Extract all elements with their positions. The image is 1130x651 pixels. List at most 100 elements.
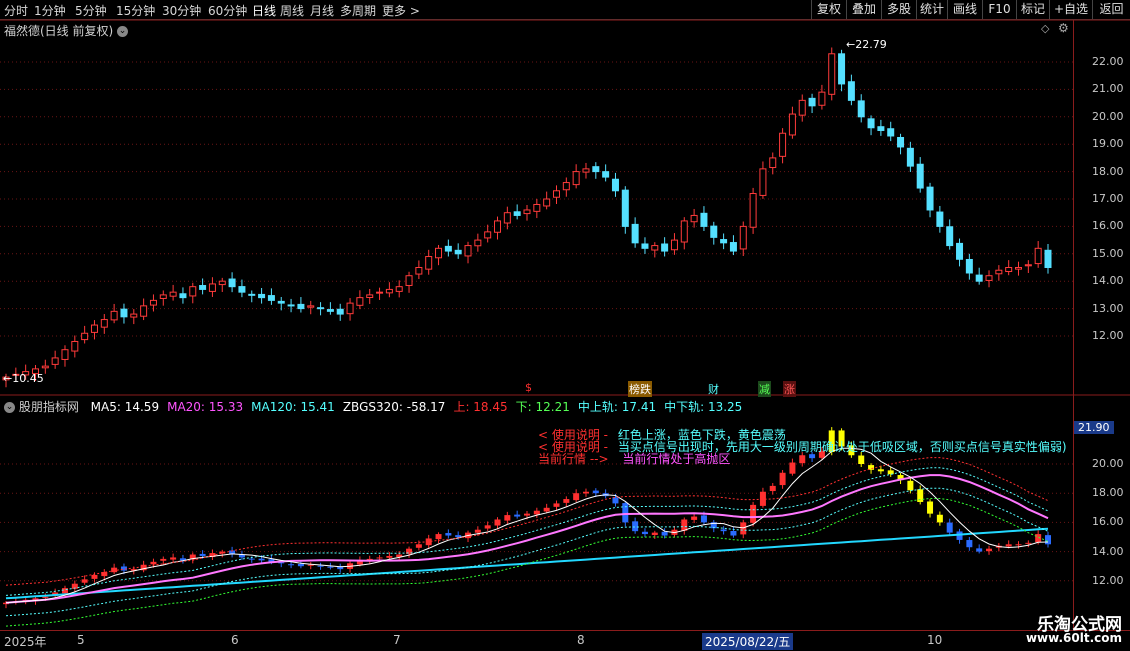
legend-item: 中上轨: 17.41: [577, 400, 657, 414]
indicator-candle-body: [927, 501, 934, 514]
candle-body: [562, 182, 570, 191]
indicator-candle-body: [789, 462, 796, 474]
candle-body: [1015, 267, 1023, 270]
indicator-candle-body: [111, 567, 118, 573]
indicator-candle-body: [150, 561, 157, 565]
legend-item: MA5: 14.59: [90, 400, 160, 414]
candle-body: [415, 267, 423, 275]
candle-body: [376, 291, 384, 294]
y-tick-label: 17.00: [1092, 192, 1124, 205]
candle-body: [326, 309, 334, 312]
y-tick-label: 12.00: [1092, 573, 1124, 587]
indicator-name[interactable]: 股朋指标网: [19, 400, 79, 414]
candle-body: [454, 249, 462, 255]
indicator-candle-body: [415, 544, 422, 548]
indicator-candle-body: [946, 522, 953, 533]
y-tick-label: 18.00: [1092, 486, 1124, 500]
signal-rise: 涨: [783, 381, 796, 397]
chevron-down-icon[interactable]: ⌄: [4, 402, 15, 413]
signal-rank-drop: 榜跌: [628, 381, 652, 397]
candle-body: [228, 278, 236, 288]
candle-body: [779, 132, 787, 157]
candle-body: [985, 275, 993, 281]
current-trend-text: 当前行情处于高抛区: [622, 452, 731, 466]
candle-body: [680, 220, 688, 243]
indicator-candle-body: [258, 558, 265, 561]
candle-body: [798, 99, 806, 116]
indicator-candle-body: [504, 515, 511, 521]
date-label-year: 2025年: [4, 635, 47, 649]
main-chart-title: 福然德(日线 前复权) ⌄: [4, 22, 129, 39]
indicator-candle-body: [1005, 544, 1012, 547]
candle-body: [179, 293, 187, 299]
indicator-candle-body: [986, 548, 993, 552]
candle-body: [847, 81, 855, 101]
indicator-candle-body: [543, 507, 550, 512]
y-tick-label: 14.00: [1092, 274, 1124, 288]
legend-item: MA20: 15.33: [167, 400, 244, 414]
indicator-candle-body: [622, 503, 629, 523]
high-price-value: 22.79: [855, 38, 887, 51]
date-label-july: 7: [393, 633, 401, 647]
chevron-down-icon[interactable]: ⌄: [117, 26, 129, 37]
indicator-candle-body: [740, 522, 747, 535]
candle-body: [110, 310, 118, 321]
indicator-candle-body: [976, 548, 983, 552]
candle-body: [631, 223, 639, 244]
indicator-candle-body: [907, 480, 914, 491]
candle-body: [857, 100, 865, 118]
indicator-candle-body: [1025, 542, 1032, 544]
candle-body: [425, 256, 433, 270]
kline-chart-canvas[interactable]: [0, 0, 1130, 650]
indicator-candle-body: [769, 485, 776, 492]
indicator-candle-body: [533, 510, 540, 515]
candle-body: [258, 293, 266, 299]
indicator-candle-body: [91, 574, 98, 579]
candle-body: [81, 332, 89, 341]
candle-body: [936, 211, 944, 227]
indicator-candle-body: [966, 540, 973, 548]
candle-body: [169, 291, 177, 297]
stock-title: 福然德(日线 前复权): [4, 24, 114, 38]
candle-body: [926, 186, 934, 211]
indicator-header: ⌄ 股朋指标网 MA5: 14.59 MA20: 15.33 MA120: 15.4…: [4, 398, 742, 415]
indicator-candle-body: [170, 557, 177, 560]
indicator-candle-body: [563, 499, 570, 503]
candle-body: [100, 319, 108, 328]
indicator-current-value: 21.90: [1074, 421, 1114, 434]
candle-body: [602, 171, 610, 178]
indicator-candle-body: [936, 514, 943, 523]
candle-body: [749, 193, 757, 228]
candle-body: [946, 226, 954, 247]
y-tick-label: 14.00: [1092, 544, 1124, 558]
date-label-june: 6: [231, 633, 239, 647]
current-trend-label: 当前行情 -->: [538, 452, 609, 466]
indicator-candle-body: [730, 531, 737, 536]
candle-body: [346, 302, 354, 315]
y-tick-label: 20.00: [1092, 457, 1124, 470]
legend-item: ZBGS320: -58.17: [342, 400, 446, 414]
indicator-candle-body: [582, 491, 589, 494]
indicator-candle-body: [632, 521, 639, 532]
settings-icon[interactable]: ⚙: [1058, 21, 1069, 35]
candle-body: [720, 239, 728, 244]
candle-body: [238, 286, 246, 293]
candle-body: [130, 313, 138, 318]
diamond-icon[interactable]: ◇: [1041, 22, 1049, 35]
date-label-october: 10: [927, 633, 943, 647]
indicator-legend: MA5: 14.59 MA20: 15.33 MA120: 15.41 ZBGS320…: [83, 400, 743, 414]
y-tick-label: 16.00: [1092, 219, 1124, 233]
candle-body: [956, 242, 964, 260]
candle-body: [336, 308, 344, 315]
indicator-candle-body: [1035, 534, 1042, 543]
y-tick-label: 13.00: [1092, 301, 1124, 315]
indicator-candle-body: [877, 469, 884, 472]
legend-item: 下: 12.21: [515, 400, 570, 414]
date-axis: 2025年 5 6 7 8 2025/08/22/五 10: [0, 630, 1130, 651]
candle-body: [356, 297, 364, 306]
candle-body: [41, 365, 49, 369]
signal-finance: 财: [708, 383, 719, 396]
candle-body: [366, 294, 374, 298]
candle-body: [965, 258, 973, 274]
legend-item: 中下轨: 13.25: [664, 400, 743, 414]
